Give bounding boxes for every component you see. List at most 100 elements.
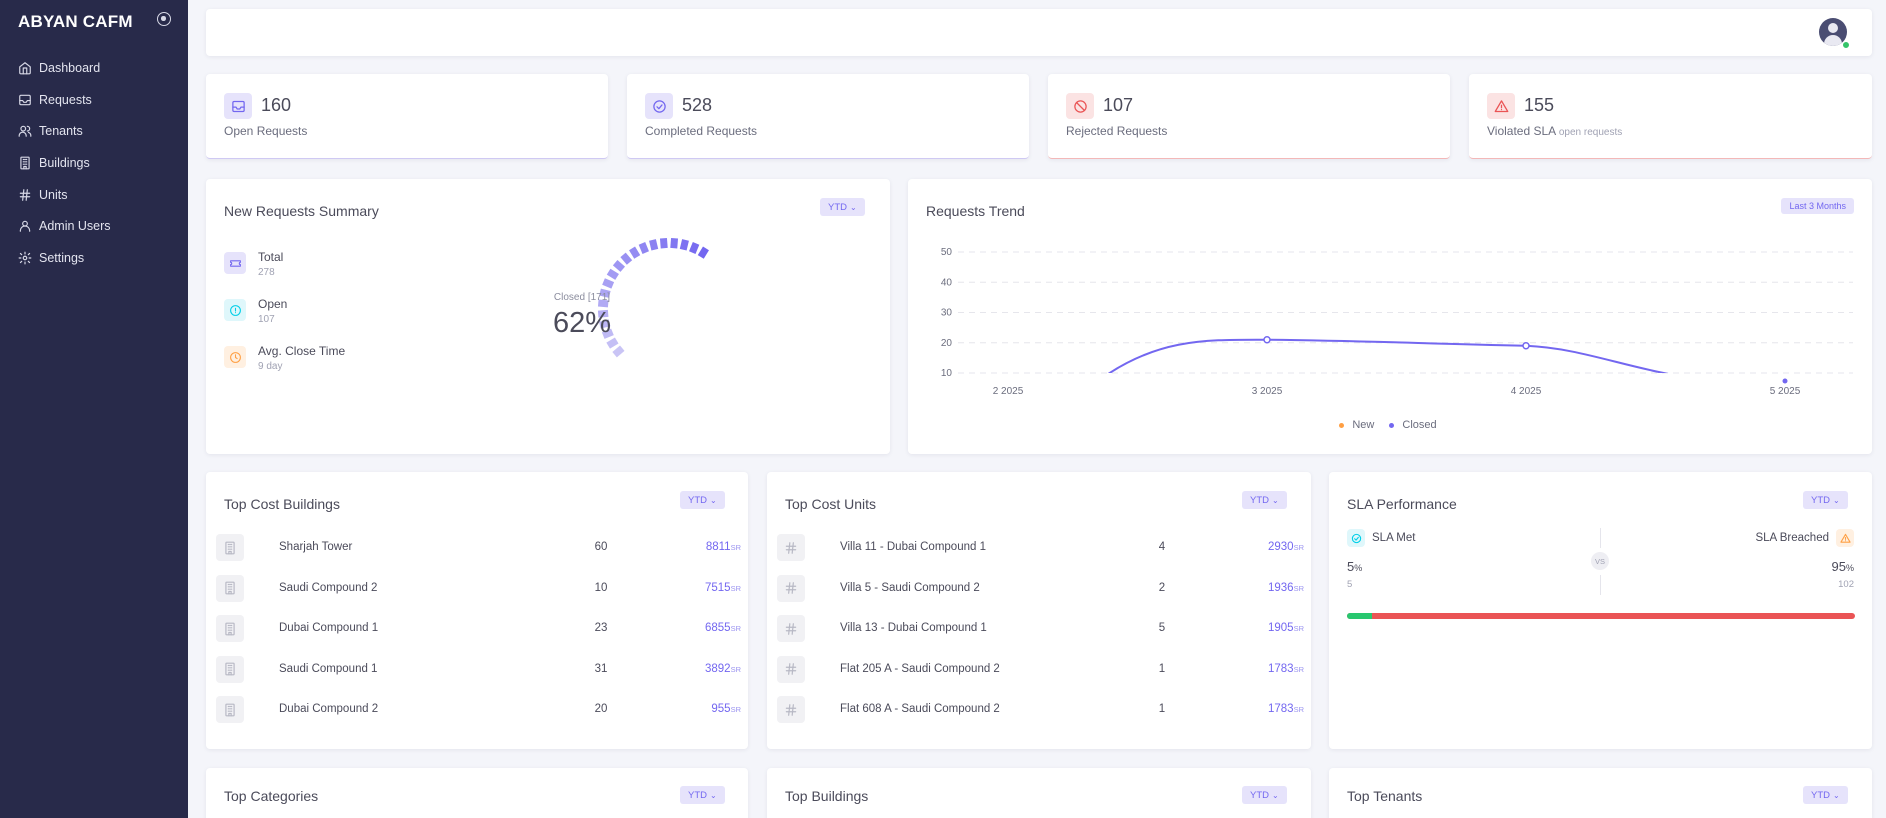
- list-item[interactable]: Saudi Compound 1 31 3892SR: [206, 655, 748, 686]
- list-item[interactable]: Villa 5 - Saudi Compound 2 2 1936SR: [767, 574, 1311, 605]
- chevron-down-icon: ⌄: [1833, 790, 1840, 800]
- x-tick-label: 4 2025: [1511, 386, 1542, 397]
- alert-triangle-icon: [1487, 93, 1515, 119]
- item-cost: 7515SR: [704, 581, 741, 594]
- list-item[interactable]: Flat 608 A - Saudi Compound 2 1 1783SR: [767, 696, 1311, 726]
- stat-label: Open Requests: [224, 124, 308, 138]
- info-icon: [224, 299, 246, 321]
- sidebar-toggle-icon[interactable]: [157, 12, 171, 26]
- hash-icon: [777, 615, 805, 642]
- top-buildings-filter-dropdown[interactable]: YTD ⌄: [1242, 786, 1287, 804]
- list-item[interactable]: Dubai Compound 1 23 6855SR: [206, 615, 748, 645]
- units-filter-dropdown[interactable]: YTD ⌄: [1242, 491, 1287, 509]
- check-circle-icon: [645, 93, 673, 119]
- gauge-segment: [670, 237, 679, 249]
- categories-filter-dropdown[interactable]: YTD ⌄: [680, 786, 725, 804]
- gauge-segment: [597, 299, 609, 308]
- app-logo[interactable]: ABYAN CAFM: [18, 12, 133, 32]
- divider: [1600, 575, 1601, 595]
- list-item[interactable]: Saudi Compound 2 10 7515SR: [206, 574, 748, 605]
- sla-met-label: SLA Met: [1372, 532, 1416, 544]
- hash-icon: [777, 655, 805, 683]
- item-cost: 2930SR: [1267, 541, 1304, 553]
- summary-filter-dropdown[interactable]: YTD ⌄: [820, 198, 865, 216]
- summary-label: Open: [258, 297, 288, 311]
- item-name: Flat 205 A - Saudi Compound 2: [840, 662, 1000, 675]
- vs-badge: VS: [1591, 552, 1609, 570]
- item-count: 20: [594, 703, 608, 715]
- list-item[interactable]: Villa 11 - Dubai Compound 1 4 2930SR: [767, 534, 1311, 564]
- building-icon: [216, 574, 244, 602]
- gauge-segment: [689, 242, 700, 254]
- gauge-value: 62%: [552, 307, 612, 339]
- sla-met-count: 5: [1347, 579, 1353, 590]
- sidebar-item-label: Admin Users: [39, 219, 111, 234]
- tenants-filter-dropdown[interactable]: YTD ⌄: [1803, 786, 1848, 804]
- data-point[interactable]: [1263, 335, 1271, 344]
- top-buildings-card: Top Buildings YTD ⌄: [767, 768, 1311, 818]
- list-item[interactable]: Flat 205 A - Saudi Compound 2 1 1783SR: [767, 655, 1311, 686]
- sidebar-item-settings[interactable]: Settings: [0, 242, 188, 274]
- chevron-down-icon: ⌄: [1272, 790, 1279, 800]
- item-name: Saudi Compound 2: [279, 581, 378, 594]
- chevron-down-icon: ⌄: [710, 790, 717, 800]
- card-title: Top Cost Units: [785, 496, 877, 512]
- hash-icon: [777, 696, 805, 723]
- hash-icon: [777, 534, 805, 561]
- top-cost-buildings-card: Top Cost Buildings YTD ⌄ Sharjah Tower 60 8…: [206, 472, 748, 749]
- hash-icon: [19, 188, 31, 201]
- item-cost: 1783SR: [1267, 703, 1304, 715]
- sidebar-item-dashboard[interactable]: Dashboard: [0, 52, 188, 84]
- gauge-segment: [638, 242, 649, 254]
- top-tenants-card: Top Tenants YTD ⌄: [1329, 768, 1872, 818]
- item-count: 4: [1158, 541, 1166, 553]
- card-title: Top Cost Buildings: [224, 496, 340, 512]
- item-cost: 6855SR: [704, 622, 741, 634]
- stat-label: Violated SLA open requests: [1487, 124, 1623, 138]
- data-point[interactable]: [1522, 342, 1530, 350]
- legend-item-closed[interactable]: Closed: [1389, 419, 1440, 431]
- stat-card-completed-requests[interactable]: 528 Completed Requests: [627, 74, 1029, 159]
- new-requests-summary-card: New Requests Summary YTD ⌄ Total 278 Open…: [206, 179, 890, 454]
- sidebar-item-buildings[interactable]: Buildings: [0, 147, 188, 179]
- sla-progress-bar: [1347, 613, 1855, 619]
- list-item[interactable]: Sharjah Tower 60 8811SR: [206, 534, 748, 564]
- legend-item-new[interactable]: New: [1339, 419, 1378, 431]
- stat-label: Completed Requests: [645, 124, 758, 138]
- item-name: Villa 5 - Saudi Compound 2: [840, 581, 980, 594]
- summary-label: Avg. Close Time: [258, 344, 346, 358]
- buildings-filter-dropdown[interactable]: YTD ⌄: [680, 491, 725, 509]
- gauge-segment: [697, 246, 709, 259]
- data-point[interactable]: [1782, 378, 1788, 384]
- sidebar-item-units[interactable]: Units: [0, 179, 188, 211]
- gauge-segment: [612, 260, 626, 272]
- sidebar-item-label: Units: [39, 187, 68, 202]
- list-item[interactable]: Villa 13 - Dubai Compound 1 5 1905SR: [767, 615, 1311, 645]
- sla-breached-percent: 95%: [1831, 559, 1854, 574]
- item-name: Villa 13 - Dubai Compound 1: [840, 622, 987, 634]
- stat-card-rejected-requests[interactable]: 107 Rejected Requests: [1048, 74, 1450, 159]
- gauge-segment: [659, 237, 668, 249]
- summary-value: 278: [258, 267, 275, 278]
- divider: [1600, 528, 1601, 548]
- top-cost-units-card: Top Cost Units YTD ⌄ Villa 11 - Dubai Com…: [767, 472, 1311, 749]
- list-item[interactable]: Dubai Compound 2 20 955SR: [206, 696, 748, 726]
- gauge-segment: [612, 345, 625, 358]
- check-circle-icon: [1347, 529, 1365, 547]
- summary-value: 9 day: [258, 361, 283, 372]
- sla-filter-dropdown[interactable]: YTD ⌄: [1803, 491, 1848, 509]
- stat-card-violated-sla[interactable]: 155 Violated SLA open requests: [1469, 74, 1872, 159]
- sidebar: ABYAN CAFM Dashboard Requests Tenants Bu…: [0, 0, 188, 818]
- ban-icon: [1066, 93, 1094, 119]
- stat-value: 155: [1524, 95, 1555, 115]
- sidebar-item-tenants[interactable]: Tenants: [0, 115, 188, 147]
- sidebar-item-requests[interactable]: Requests: [0, 84, 188, 116]
- item-cost: 1905SR: [1267, 622, 1304, 634]
- sidebar-item-label: Requests: [39, 92, 92, 107]
- top-navbar: [206, 9, 1872, 56]
- item-cost: 8811SR: [705, 541, 741, 553]
- clock-icon: [224, 346, 246, 368]
- building-icon: [216, 696, 244, 723]
- stat-card-open-requests[interactable]: 160 Open Requests: [206, 74, 608, 159]
- sidebar-item-admin-users[interactable]: Admin Users: [0, 210, 188, 242]
